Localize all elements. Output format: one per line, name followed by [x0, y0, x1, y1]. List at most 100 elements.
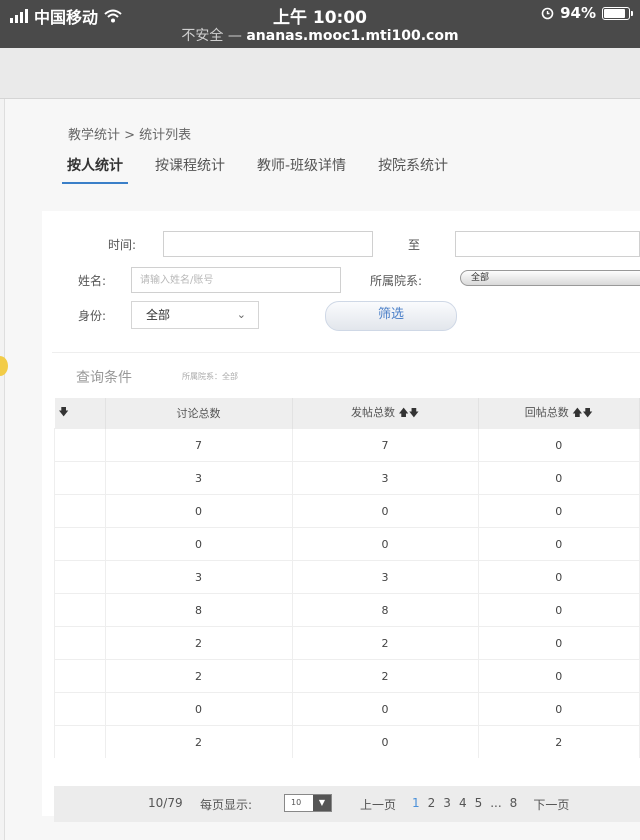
next-page-link[interactable]: 下一页 — [533, 796, 569, 813]
sort-up-down-icon[interactable]: 🡅🡇 — [398, 408, 419, 419]
table-cell — [54, 461, 106, 495]
name-label: 姓名: — [78, 274, 107, 288]
sort-up-down-icon[interactable]: 🡅🡇 — [572, 408, 593, 419]
table-cell — [54, 428, 106, 462]
page-link-8[interactable]: 8 — [510, 796, 518, 813]
divider — [52, 352, 640, 353]
table-cell: 0 — [478, 593, 640, 627]
table-cell: 3 — [105, 560, 293, 594]
table-cell: 0 — [478, 626, 640, 660]
table-row: 220 — [54, 659, 640, 693]
department-select-value: 全部 — [471, 273, 490, 283]
chevron-down-icon: ⌄ — [236, 308, 246, 321]
table-cell: 0 — [105, 494, 293, 528]
per-page-label: 每页显示: — [200, 798, 253, 812]
table-header-row: 🡇 讨论总数 发帖总数 🡅🡇 回帖总数 🡅🡇 — [54, 398, 640, 429]
table-cell: 3 — [292, 560, 479, 594]
page-link-5[interactable]: 5 — [475, 796, 483, 813]
department-label: 所属院系: — [370, 274, 423, 288]
url-text: ananas.mooc1.mti100.com — [246, 28, 459, 44]
table-cell: 2 — [292, 626, 479, 660]
table-row: 770 — [54, 428, 640, 462]
table-cell — [54, 692, 106, 726]
start-time-input[interactable] — [163, 231, 373, 257]
page-size-select[interactable]: 10 ▼ — [284, 794, 332, 812]
end-time-input[interactable] — [455, 231, 640, 257]
pagination-bar: 10/79 每页显示: 10 ▼ 上一页 1 2 3 4 5 ... 8 下一页 — [54, 786, 640, 822]
table-cell: 2 — [105, 725, 293, 758]
battery-group: 94% — [541, 4, 633, 22]
tab-by-person[interactable]: 按人统计 — [62, 152, 128, 184]
insecure-label: 不安全 — — [181, 28, 247, 44]
table-cell: 0 — [478, 692, 640, 726]
table-cell: 0 — [292, 527, 479, 561]
table-row: 000 — [54, 527, 640, 561]
tab-teacher-class-detail[interactable]: 教师-班级详情 — [252, 152, 351, 184]
table-cell: 0 — [292, 494, 479, 528]
stats-table: 🡇 讨论总数 发帖总数 🡅🡇 回帖总数 🡅🡇 770 330 000 000 3… — [54, 398, 640, 758]
department-select[interactable]: 全部 — [460, 270, 640, 286]
table-cell — [54, 560, 106, 594]
header-total-posts[interactable]: 发帖总数 🡅🡇 — [292, 398, 479, 429]
page-links: 上一页 1 2 3 4 5 ... 8 下一页 — [360, 796, 569, 813]
to-label: 至 — [408, 238, 421, 252]
table-row: 880 — [54, 593, 640, 627]
table-cell — [54, 527, 106, 561]
alarm-icon — [541, 7, 554, 19]
table-cell: 8 — [105, 593, 293, 627]
caret-down-icon: ▼ — [313, 795, 331, 811]
role-label: 身份: — [78, 309, 107, 323]
role-select[interactable]: 全部 ⌄ — [131, 301, 259, 329]
role-select-value: 全部 — [146, 308, 171, 322]
page-link-4[interactable]: 4 — [459, 796, 467, 813]
table-cell — [54, 593, 106, 627]
battery-percent: 94% — [560, 4, 596, 22]
sort-column-header[interactable]: 🡇 — [54, 398, 106, 429]
address-bar[interactable]: 不安全 — ananas.mooc1.mti100.com — [0, 25, 640, 45]
browser-toolbar — [0, 48, 640, 99]
table-cell: 0 — [105, 527, 293, 561]
table-cell: 8 — [292, 593, 479, 627]
header-total-replies[interactable]: 回帖总数 🡅🡇 — [478, 398, 640, 429]
table-cell — [54, 725, 106, 758]
filter-button[interactable]: 筛选 — [325, 301, 457, 331]
table-row: 000 — [54, 494, 640, 528]
tab-by-course[interactable]: 按课程统计 — [150, 152, 230, 184]
page-link-1[interactable]: 1 — [412, 796, 420, 813]
table-cell: 0 — [478, 428, 640, 462]
header-total-discussions: 讨论总数 — [105, 398, 293, 429]
table-cell: 0 — [478, 560, 640, 594]
prev-page-link[interactable]: 上一页 — [360, 796, 396, 813]
table-cell: 0 — [105, 692, 293, 726]
arrow-down-icon: 🡇 — [58, 406, 69, 418]
query-conditions-title: 查询条件 — [76, 370, 132, 386]
table-cell: 0 — [478, 461, 640, 495]
table-cell: 7 — [105, 428, 293, 462]
filter-and-results-panel: 时间: 至 姓名: 所属院系: 全部 身份: 全部 ⌄ 筛选 查询条件 所属院系：… — [42, 211, 640, 816]
table-cell: 2 — [478, 725, 640, 758]
table-row: 000 — [54, 692, 640, 726]
record-count: 10/79 — [148, 796, 183, 810]
ios-status-bar: 中国移动 上午 10:00 94% 不安全 — ananas.mooc1.mti… — [0, 0, 640, 48]
page-size-value: 10 — [291, 798, 302, 807]
table-cell: 0 — [292, 692, 479, 726]
page-link-2[interactable]: 2 — [428, 796, 436, 813]
query-condition-text: 所属院系：全部 — [182, 372, 238, 381]
table-cell — [54, 659, 106, 693]
tab-by-department[interactable]: 按院系统计 — [373, 152, 453, 184]
table-cell: 0 — [478, 527, 640, 561]
table-cell: 7 — [292, 428, 479, 462]
breadcrumb: 教学统计 > 统计列表 — [68, 128, 192, 143]
table-cell: 2 — [105, 626, 293, 660]
table-cell: 0 — [478, 494, 640, 528]
stat-tabs: 按人统计 按课程统计 教师-班级详情 按院系统计 — [62, 152, 453, 184]
table-cell: 3 — [105, 461, 293, 495]
page-ellipsis: ... — [490, 796, 502, 810]
table-row: 330 — [54, 461, 640, 495]
table-cell: 0 — [478, 659, 640, 693]
name-search-input[interactable] — [131, 267, 341, 293]
table-row: 330 — [54, 560, 640, 594]
table-cell: 0 — [292, 725, 479, 758]
table-cell: 3 — [292, 461, 479, 495]
page-link-3[interactable]: 3 — [443, 796, 451, 813]
